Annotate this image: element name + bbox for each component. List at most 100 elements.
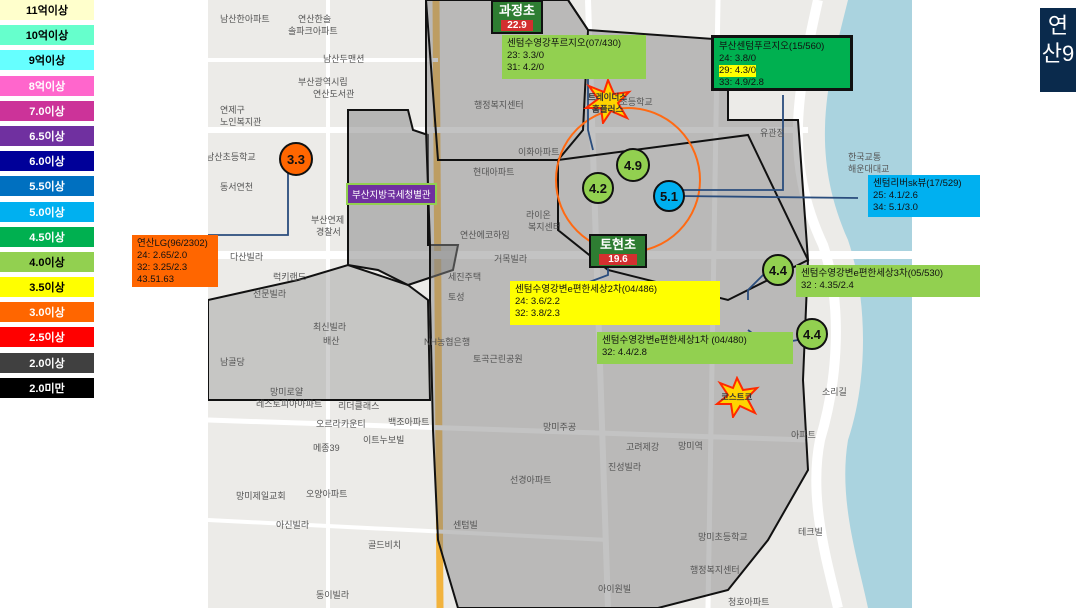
apt-line: 연산LG(96/2302) [137, 238, 208, 249]
map-label: 청호아파트 [728, 597, 770, 607]
map-label: 행정복지센터 [474, 100, 524, 110]
legend-item: 6.0이상 [0, 151, 94, 172]
map-label: 다산빌라 [230, 252, 264, 262]
apt-line: 32: 4.4/2.8 [602, 347, 647, 358]
map-label: 아이원빌 [598, 584, 632, 594]
apt-label-eparan1[interactable]: 센텀수영강변e편한세상1차 (04/480) 32: 4.4/2.8 [597, 332, 793, 364]
price-marker-eparan3[interactable]: 4.4 [762, 254, 794, 286]
map-label: 노인복지관 [220, 117, 262, 127]
legend-item: 11억이상 [0, 0, 94, 20]
legend-item: 4.0이상 [0, 251, 94, 272]
apt-line: 29: 4.3/0 [719, 65, 756, 77]
map-label: 경찰서 [316, 227, 341, 237]
map-label: 현대아파트 [473, 167, 515, 177]
apt-label-eparan3[interactable]: 센텀수영강변e편한세상3차(05/530) 32 : 4.35/2.4 [796, 265, 980, 297]
map-label: 연산도서관 [313, 89, 355, 99]
costco-label: 코스트코 [721, 392, 753, 402]
apt-label-eparan2[interactable]: 센텀수영강변e편한세상2차(04/486) 24: 3.6/2.2 32: 3.… [510, 281, 720, 325]
legend-item: 5.5이상 [0, 176, 94, 197]
tax-office-label: 부산지방국세청별관 [346, 183, 437, 205]
map-label: 아신빌라 [276, 520, 310, 530]
school-number: 22.9 [501, 20, 533, 31]
map-label: 행정복지센터 [690, 565, 740, 575]
apt-line: 34: 5.1/3.0 [873, 202, 918, 213]
map-label: 망미역 [678, 441, 703, 451]
price-marker-yeonsan-lg[interactable]: 3.3 [279, 142, 313, 176]
map-label: 거목빌라 [494, 254, 528, 264]
legend-item: 7.0이상 [0, 100, 94, 121]
apt-line: 32 : 4.35/2.4 [801, 280, 854, 291]
map-label: 선문빌라 [253, 289, 287, 299]
map-label: 망미제일교회 [236, 491, 286, 501]
apt-label-purjio[interactable]: 센텀수영강푸르지오(07/430) 23: 3.3/0 31: 4.2/0 [502, 35, 646, 79]
legend-item: 3.5이상 [0, 277, 94, 298]
map-label: 동서연천 [220, 182, 254, 192]
map-label: 소리길 [822, 387, 847, 397]
apt-line: 32: 3.8/2.3 [515, 308, 560, 319]
apt-line: 25: 4.1/2.6 [873, 190, 918, 201]
map-label: 복지센터 [528, 222, 562, 232]
map-label: 메종39 [313, 443, 340, 453]
apt-label-yeonsan-lg[interactable]: 연산LG(96/2302) 24: 2.65/2.0 32: 3.25/2.3 … [132, 235, 218, 287]
legend-item: 5.0이상 [0, 201, 94, 222]
price-marker-eparan1[interactable]: 4.4 [796, 318, 828, 350]
map-label: 토성 [448, 292, 465, 302]
price-marker-purjio[interactable]: 4.2 [582, 172, 614, 204]
price-marker-riverview[interactable]: 5.1 [653, 180, 685, 212]
apt-label-centum-purjio[interactable]: 부산센텀푸르지오(15/560) 24: 3.8/0 29: 4.3/0 33:… [711, 35, 853, 91]
map-label: 망미초등학교 [698, 532, 748, 542]
apt-line: 24: 3.6/2.2 [515, 296, 560, 307]
map-label: 아파트 [791, 430, 816, 440]
map-label: 연산에코하임 [460, 230, 510, 240]
legend-item: 10억이상 [0, 25, 94, 46]
map-label: 센텀빌 [453, 520, 478, 530]
school-number: 19.6 [599, 254, 637, 265]
region-tag: 연산9 [1040, 8, 1076, 92]
legend-item: 3.0이상 [0, 302, 94, 323]
map-label: 남산한아파트 [220, 14, 270, 24]
map-label: 이화아파트 [518, 147, 560, 157]
apt-line: 31: 4.2/0 [507, 62, 544, 73]
apt-line: 23: 3.3/0 [507, 50, 544, 61]
map-label: 남산초등학교 [208, 152, 256, 162]
apt-label-riverview[interactable]: 센텀리버sk뷰(17/529) 25: 4.1/2.6 34: 5.1/3.0 [868, 175, 980, 217]
price-legend: 11억이상 10억이상 9억이상 8억이상 7.0이상 6.5이상 6.0이상 5.5이상 5.… [0, 0, 94, 403]
map-label: 선경아파트 [510, 475, 552, 485]
legend-item: 9억이상 [0, 50, 94, 71]
map-label: 세진주택 [448, 272, 482, 282]
map-label: NH농협은행 [424, 337, 471, 347]
school-gwajeong[interactable]: 과정초 22.9 [491, 0, 543, 34]
map-label: 솔파크아파트 [288, 26, 338, 36]
map-label: 이트누보빌 [363, 435, 405, 445]
map-label: 고려제강 [626, 442, 660, 452]
school-tohyeon[interactable]: 토현초 19.6 [589, 234, 647, 268]
apt-line: 센텀수영강푸르지오(07/430) [507, 38, 622, 49]
map-label: 남산두맨션 [323, 54, 365, 64]
traders-label: 트레이더스 [588, 92, 628, 102]
map-label: 골드비치 [368, 540, 402, 550]
legend-item: 2.0미만 [0, 377, 94, 398]
apt-line: 센텀수영강변e편한세상2차(04/486) [515, 284, 658, 295]
price-marker-centum-purjio[interactable]: 4.9 [616, 148, 650, 182]
apt-line: 부산센텀푸르지오(15/560) [719, 41, 825, 52]
map-label: 망미주공 [543, 422, 577, 432]
map-label: 남골당 [220, 357, 245, 367]
map-label: 테크빌 [798, 527, 823, 537]
homeplus-label: 홈플러스 [592, 104, 624, 114]
map-label: 오양아파트 [306, 489, 348, 499]
apt-line: 43.51.63 [137, 274, 174, 285]
map-label: 최신빌라 [313, 322, 347, 332]
legend-item: 2.0이상 [0, 352, 94, 373]
apt-line: 24: 2.65/2.0 [137, 250, 188, 261]
apt-line: 센텀수영강변e편한세상1차 (04/480) [602, 335, 747, 346]
map-label: 백조아파트 [388, 417, 430, 427]
apt-line: 33: 4.9/2.8 [719, 77, 764, 88]
map-label: 리더클래스 [338, 401, 380, 411]
map-label: 토곡근린공원 [473, 354, 523, 364]
legend-item: 4.5이상 [0, 226, 94, 247]
legend-item: 2.5이상 [0, 327, 94, 348]
legend-item: 8억이상 [0, 75, 94, 96]
map-label: 배산 [323, 336, 340, 346]
map-label: 진성빌라 [608, 462, 642, 472]
map-label: 해운대대교 [848, 164, 890, 174]
